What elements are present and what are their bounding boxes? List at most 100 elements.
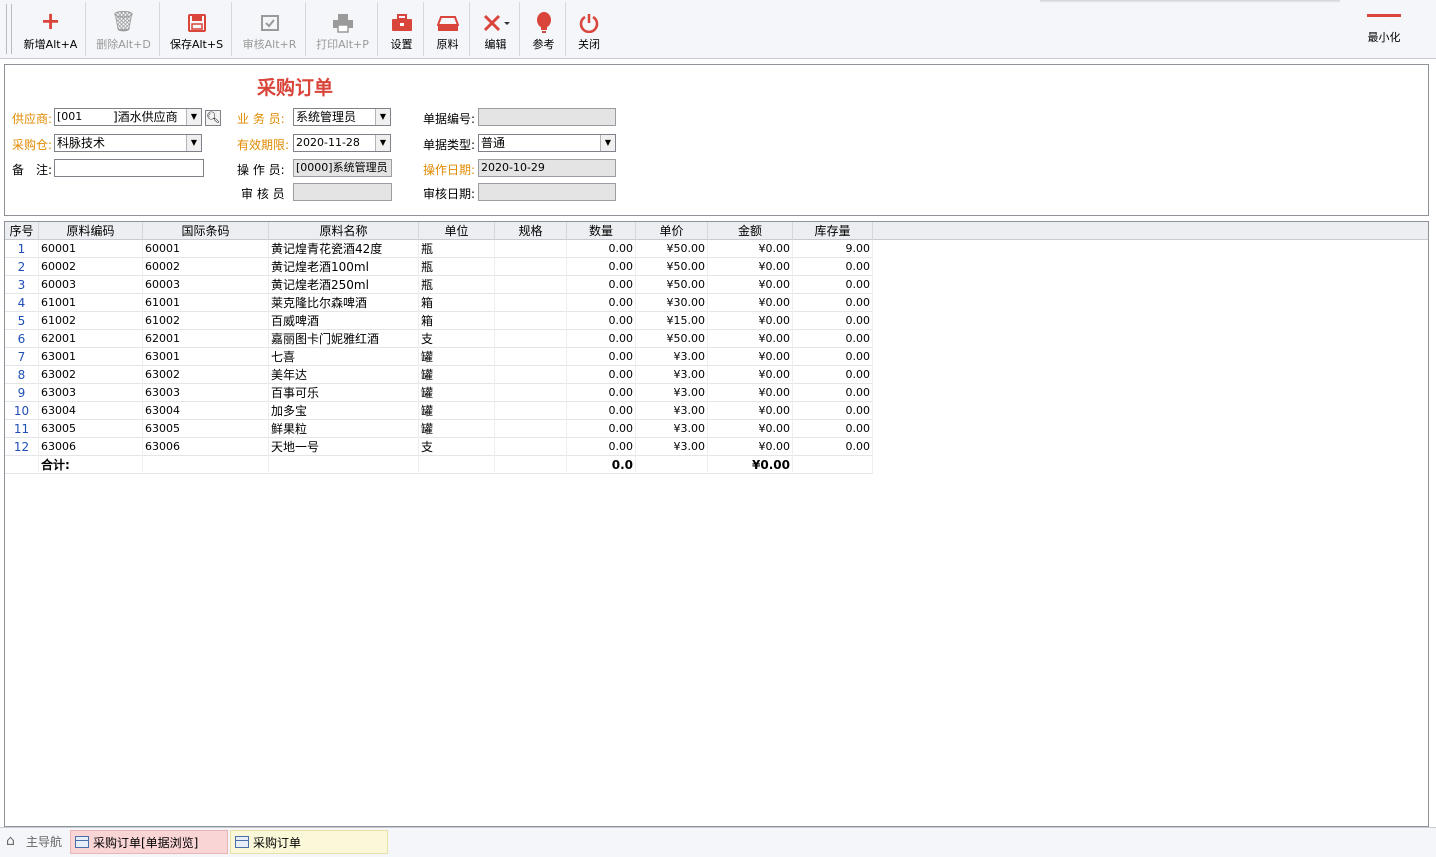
cell-amount[interactable]: ¥0.00	[708, 438, 793, 456]
cell-code[interactable]: 62001	[39, 330, 143, 348]
header-code[interactable]: 原料编码	[39, 222, 143, 240]
cell-amount[interactable]: ¥0.00	[708, 240, 793, 258]
cell-unit[interactable]: 箱	[419, 294, 495, 312]
supplier-select[interactable]: [001 ]酒水供应商 ▼	[54, 108, 202, 126]
cell-index[interactable]: 5	[5, 312, 39, 330]
cell-name[interactable]: 嘉丽图卡门妮雅红酒	[269, 330, 419, 348]
table-row[interactable]: 12 63006 63006 天地一号支 0.00 ¥3.00 ¥0.00 0.00	[5, 438, 873, 456]
cell-qty[interactable]: 0.00	[567, 258, 636, 276]
cell-name[interactable]: 黄记煌老酒100ml	[269, 258, 419, 276]
cell-price[interactable]: ¥15.00	[636, 312, 708, 330]
cell-index[interactable]: 3	[5, 276, 39, 294]
cell-unit[interactable]: 支	[419, 330, 495, 348]
cell-barcode[interactable]: 63001	[143, 348, 269, 366]
cell-unit[interactable]: 瓶	[419, 276, 495, 294]
header-spec[interactable]: 规格	[495, 222, 567, 240]
cell-barcode[interactable]: 61001	[143, 294, 269, 312]
cell-code[interactable]: 63005	[39, 420, 143, 438]
cell-spec[interactable]	[495, 348, 567, 366]
doc-type-select[interactable]: 普通 ▼	[478, 134, 616, 152]
cell-index[interactable]: 2	[5, 258, 39, 276]
salesman-select[interactable]: 系统管理员 ▼	[293, 108, 391, 126]
cell-spec[interactable]	[495, 258, 567, 276]
header-stock[interactable]: 库存量	[793, 222, 873, 240]
cell-amount[interactable]: ¥0.00	[708, 312, 793, 330]
cell-code[interactable]: 60003	[39, 276, 143, 294]
cell-stock[interactable]: 0.00	[793, 312, 873, 330]
cell-spec[interactable]	[495, 420, 567, 438]
approve-button[interactable]: 审核Alt+R	[234, 2, 306, 56]
cell-unit[interactable]: 罐	[419, 384, 495, 402]
cell-unit[interactable]: 箱	[419, 312, 495, 330]
edit-button[interactable]: 编辑	[472, 2, 520, 56]
cell-amount[interactable]: ¥0.00	[708, 276, 793, 294]
cell-amount[interactable]: ¥0.00	[708, 366, 793, 384]
cell-stock[interactable]: 0.00	[793, 348, 873, 366]
cell-stock[interactable]: 0.00	[793, 438, 873, 456]
cell-code[interactable]: 60001	[39, 240, 143, 258]
cell-unit[interactable]: 支	[419, 438, 495, 456]
cell-index[interactable]: 12	[5, 438, 39, 456]
cell-index[interactable]: 4	[5, 294, 39, 312]
cell-stock[interactable]: 0.00	[793, 420, 873, 438]
cell-stock[interactable]: 0.00	[793, 384, 873, 402]
cell-index[interactable]: 1	[5, 240, 39, 258]
cell-index[interactable]: 9	[5, 384, 39, 402]
cell-amount[interactable]: ¥0.00	[708, 330, 793, 348]
cell-code[interactable]: 61002	[39, 312, 143, 330]
cell-price[interactable]: ¥3.00	[636, 438, 708, 456]
cell-name[interactable]: 黄记煌老酒250ml	[269, 276, 419, 294]
save-button[interactable]: 保存Alt+S	[162, 2, 232, 56]
cell-barcode[interactable]: 60003	[143, 276, 269, 294]
table-row[interactable]: 3 60003 60003 黄记煌老酒250ml 瓶 0.00 ¥50.00 ¥0.00 0.0…	[5, 276, 873, 294]
cell-code[interactable]: 63004	[39, 402, 143, 420]
cell-price[interactable]: ¥50.00	[636, 240, 708, 258]
cell-spec[interactable]	[495, 384, 567, 402]
cell-amount[interactable]: ¥0.00	[708, 420, 793, 438]
table-row[interactable]: 4 61001 61001 莱克隆比尔森啤酒箱 0.00 ¥30.00 ¥0.00 0.00	[5, 294, 873, 312]
header-unit[interactable]: 单位	[419, 222, 495, 240]
delete-button[interactable]: 🗑 删除Alt+D	[88, 2, 160, 56]
close-button[interactable]: 关闭	[568, 2, 610, 56]
cell-index[interactable]: 11	[5, 420, 39, 438]
table-row[interactable]: 2 60002 60002 黄记煌老酒100ml 瓶 0.00 ¥50.00 ¥0.00 0.0…	[5, 258, 873, 276]
cell-name[interactable]: 七喜	[269, 348, 419, 366]
valid-until-date[interactable]: 2020-11-28 ▼	[293, 134, 391, 152]
cell-barcode[interactable]: 63002	[143, 366, 269, 384]
header-index[interactable]: 序号	[5, 222, 39, 240]
cell-name[interactable]: 天地一号	[269, 438, 419, 456]
cell-qty[interactable]: 0.00	[567, 276, 636, 294]
cell-qty[interactable]: 0.00	[567, 240, 636, 258]
table-row[interactable]: 9 63003 63003 百事可乐罐 0.00 ¥3.00 ¥0.00 0.00	[5, 384, 873, 402]
cell-name[interactable]: 百威啤酒	[269, 312, 419, 330]
cell-name[interactable]: 鲜果粒	[269, 420, 419, 438]
add-button[interactable]: + 新增Alt+A	[16, 2, 86, 56]
cell-unit[interactable]: 瓶	[419, 240, 495, 258]
cell-barcode[interactable]: 60001	[143, 240, 269, 258]
cell-spec[interactable]	[495, 276, 567, 294]
cell-stock[interactable]: 0.00	[793, 366, 873, 384]
header-name[interactable]: 原料名称	[269, 222, 419, 240]
cell-barcode[interactable]: 63006	[143, 438, 269, 456]
cell-spec[interactable]	[495, 330, 567, 348]
cell-qty[interactable]: 0.00	[567, 438, 636, 456]
cell-price[interactable]: ¥50.00	[636, 276, 708, 294]
cell-price[interactable]: ¥30.00	[636, 294, 708, 312]
cell-index[interactable]: 8	[5, 366, 39, 384]
cell-spec[interactable]	[495, 240, 567, 258]
cell-code[interactable]: 63006	[39, 438, 143, 456]
cell-qty[interactable]: 0.00	[567, 384, 636, 402]
cell-stock[interactable]: 0.00	[793, 330, 873, 348]
print-button[interactable]: 打印Alt+P	[308, 2, 378, 56]
cell-spec[interactable]	[495, 366, 567, 384]
cell-qty[interactable]: 0.00	[567, 366, 636, 384]
cell-unit[interactable]: 罐	[419, 366, 495, 384]
settings-button[interactable]: 设置	[380, 2, 424, 56]
cell-name[interactable]: 美年达	[269, 366, 419, 384]
cell-stock[interactable]: 0.00	[793, 276, 873, 294]
cell-code[interactable]: 61001	[39, 294, 143, 312]
cell-amount[interactable]: ¥0.00	[708, 384, 793, 402]
cell-price[interactable]: ¥3.00	[636, 420, 708, 438]
reference-button[interactable]: 参考	[522, 2, 566, 56]
cell-unit[interactable]: 罐	[419, 348, 495, 366]
